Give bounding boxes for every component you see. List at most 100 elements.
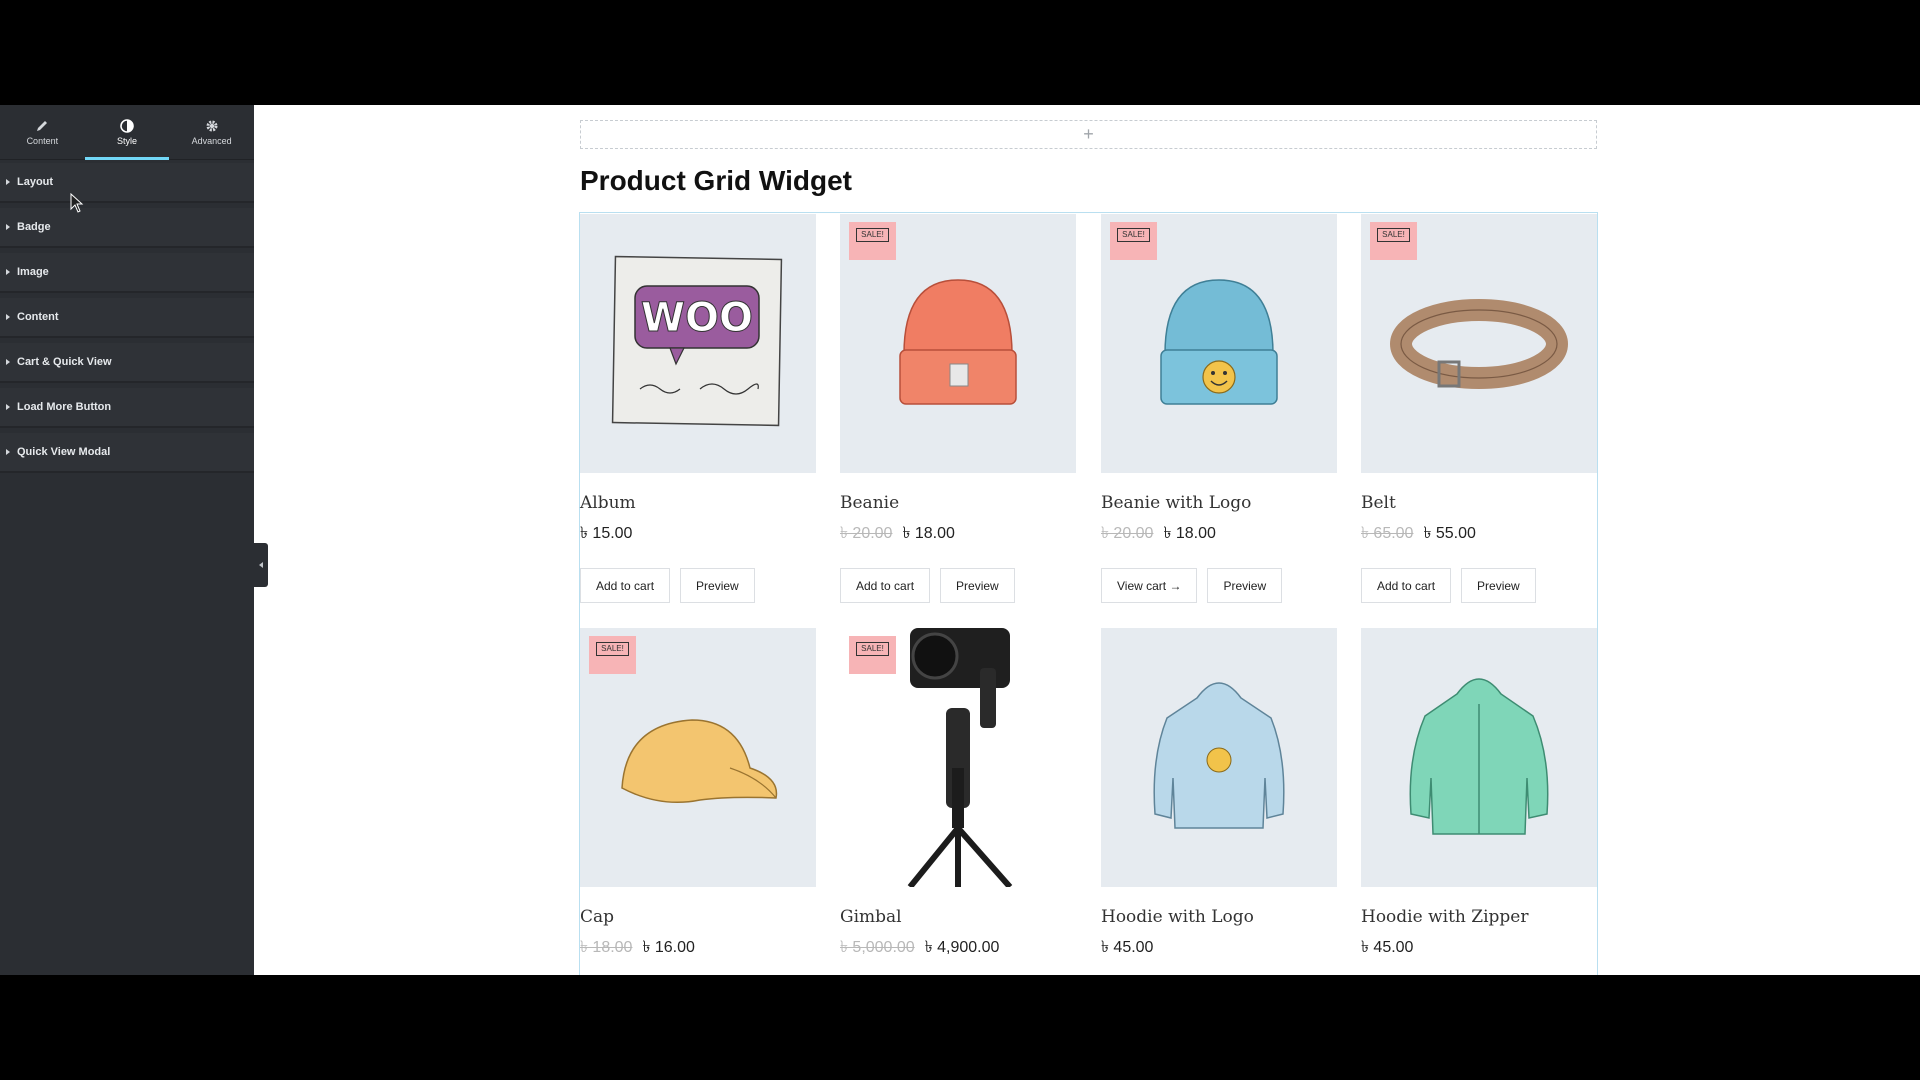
sale-badge: SALE! [1370,222,1417,260]
product-actions: View cart → Preview [1101,568,1337,603]
hoodie-zipper-image [1409,678,1549,835]
product-price: ৳ 45.00 [1101,934,1337,961]
mouse-pointer-icon [70,193,84,213]
sale-price: ৳ 18.00 [1163,525,1216,542]
tab-style-label: Style [117,135,138,146]
caret-right-icon [6,449,10,455]
product-price: ৳ 20.00 ৳ 18.00 [840,520,1076,547]
tab-advanced-label: Advanced [191,135,232,146]
tab-advanced[interactable]: Advanced [169,105,254,159]
section-content[interactable]: Content [0,298,254,338]
sale-price: ৳ 16.00 [642,939,695,956]
album-image: WOO [611,255,783,427]
product-price: ৳ 15.00 [580,520,816,547]
product-price: ৳ 45.00 [1361,934,1597,961]
product-name[interactable]: Belt [1361,493,1597,513]
tab-style[interactable]: Style [84,105,170,160]
product-card-hoodie-with-logo[interactable]: Hoodie with Logo ৳ 45.00 [1101,628,1337,961]
section-image[interactable]: Image [0,253,254,293]
product-name[interactable]: Gimbal [840,907,1076,927]
caret-right-icon [6,224,10,230]
product-card-beanie[interactable]: SALE! Beanie ৳ 20.00 ৳ 18.00 Add to cart … [840,214,1076,603]
sale-badge-label: SALE! [1117,228,1150,242]
product-card-gimbal[interactable]: SALE! Gimbal ৳ 5,000.00 ৳ 4,900.00 [840,628,1076,961]
product-actions: Add to cart Preview [1361,568,1597,603]
caret-right-icon [6,179,10,185]
add-to-cart-button[interactable]: Add to cart [580,568,671,603]
section-label: Quick View Modal [17,446,111,458]
regular-price: ৳ 20.00 [840,525,893,542]
tab-content[interactable]: Content [0,105,85,159]
half-circle-icon [120,118,134,133]
product-image-belt[interactable]: SALE! [1361,214,1597,473]
sale-badge-label: SALE! [596,642,629,656]
preview-button[interactable]: Preview [1207,568,1283,603]
collapse-panel-button[interactable] [254,543,268,587]
product-card-belt[interactable]: SALE! Belt ৳ 65.00 ৳ 55.00 Add to cart Pr… [1361,214,1597,603]
section-label: Layout [17,176,54,188]
caret-right-icon [6,359,10,365]
product-name[interactable]: Hoodie with Zipper [1361,907,1597,927]
gear-icon [206,120,218,131]
current-price: ৳ 45.00 [1101,939,1154,956]
sale-price: ৳ 4,900.00 [924,939,1000,956]
sale-badge: SALE! [1110,222,1157,260]
product-name[interactable]: Beanie [840,493,1076,513]
product-image-hoodie-with-zipper[interactable] [1361,628,1597,887]
sale-badge-label: SALE! [856,642,889,656]
product-image-album[interactable]: WOO [580,214,816,473]
product-image-hoodie-with-logo[interactable] [1101,628,1337,887]
product-name[interactable]: Cap [580,907,816,927]
sale-badge-label: SALE! [856,228,889,242]
product-price: ৳ 65.00 ৳ 55.00 [1361,520,1597,547]
caret-right-icon [6,314,10,320]
product-price: ৳ 5,000.00 ৳ 4,900.00 [840,934,1076,961]
product-price: ৳ 18.00 ৳ 16.00 [580,934,816,961]
regular-price: ৳ 18.00 [580,939,633,956]
preview-button[interactable]: Preview [940,568,1015,603]
regular-price: ৳ 20.00 [1101,525,1154,542]
section-layout[interactable]: Layout [0,163,254,203]
section-load-more-button[interactable]: Load More Button [0,388,254,428]
hoodie-logo-image [1153,682,1285,829]
section-label: Load More Button [17,401,112,413]
section-cart-quick-view[interactable]: Cart & Quick View [0,343,254,383]
product-card-beanie-with-logo[interactable]: SALE! Beanie with Logo ৳ 20.00 ৳ 18.00 Vi… [1101,214,1337,603]
section-label: Image [17,266,49,278]
caret-right-icon [6,404,10,410]
product-image-cap[interactable]: SALE! [580,628,816,887]
sale-badge-label: SALE! [1377,228,1410,242]
section-quick-view-modal[interactable]: Quick View Modal [0,433,254,473]
style-sections: Layout Badge Image Content Cart & Quick … [0,160,254,473]
section-badge[interactable]: Badge [0,208,254,248]
product-card-album[interactable]: WOO Album ৳ 15.00 Add to cart Preview [580,214,816,603]
sale-price: ৳ 55.00 [1423,525,1476,542]
pencil-icon [37,120,48,131]
panel-tabs: Content Style Advanced [0,105,254,160]
preview-button[interactable]: Preview [1461,568,1536,603]
product-price: ৳ 20.00 ৳ 18.00 [1101,520,1337,547]
preview-button[interactable]: Preview [680,568,755,603]
product-card-cap[interactable]: SALE! Cap ৳ 18.00 ৳ 16.00 [580,628,816,961]
add-to-cart-button[interactable]: Add to cart [840,568,931,603]
sale-badge: SALE! [849,636,896,674]
product-name[interactable]: Hoodie with Logo [1101,907,1337,927]
add-section-button[interactable]: + [580,120,1597,149]
section-label: Content [17,311,59,323]
editor-panel: Content Style Advanced Layout Badge Imag… [0,105,254,975]
svg-text:WOO: WOO [641,295,753,341]
chevron-left-icon [259,562,263,568]
sale-price: ৳ 18.00 [902,525,955,542]
sale-badge: SALE! [589,636,636,674]
caret-right-icon [6,269,10,275]
product-image-gimbal[interactable]: SALE! [840,628,1076,887]
widget-title: Product Grid Widget [580,165,852,196]
regular-price: ৳ 65.00 [1361,525,1414,542]
product-image-beanie[interactable]: SALE! [840,214,1076,473]
view-cart-button[interactable]: View cart → [1101,568,1198,603]
product-image-beanie-with-logo[interactable]: SALE! [1101,214,1337,473]
product-card-hoodie-with-zipper[interactable]: Hoodie with Zipper ৳ 45.00 [1361,628,1597,961]
product-name[interactable]: Album [580,493,816,513]
add-to-cart-button[interactable]: Add to cart [1361,568,1452,603]
product-name[interactable]: Beanie with Logo [1101,493,1337,513]
